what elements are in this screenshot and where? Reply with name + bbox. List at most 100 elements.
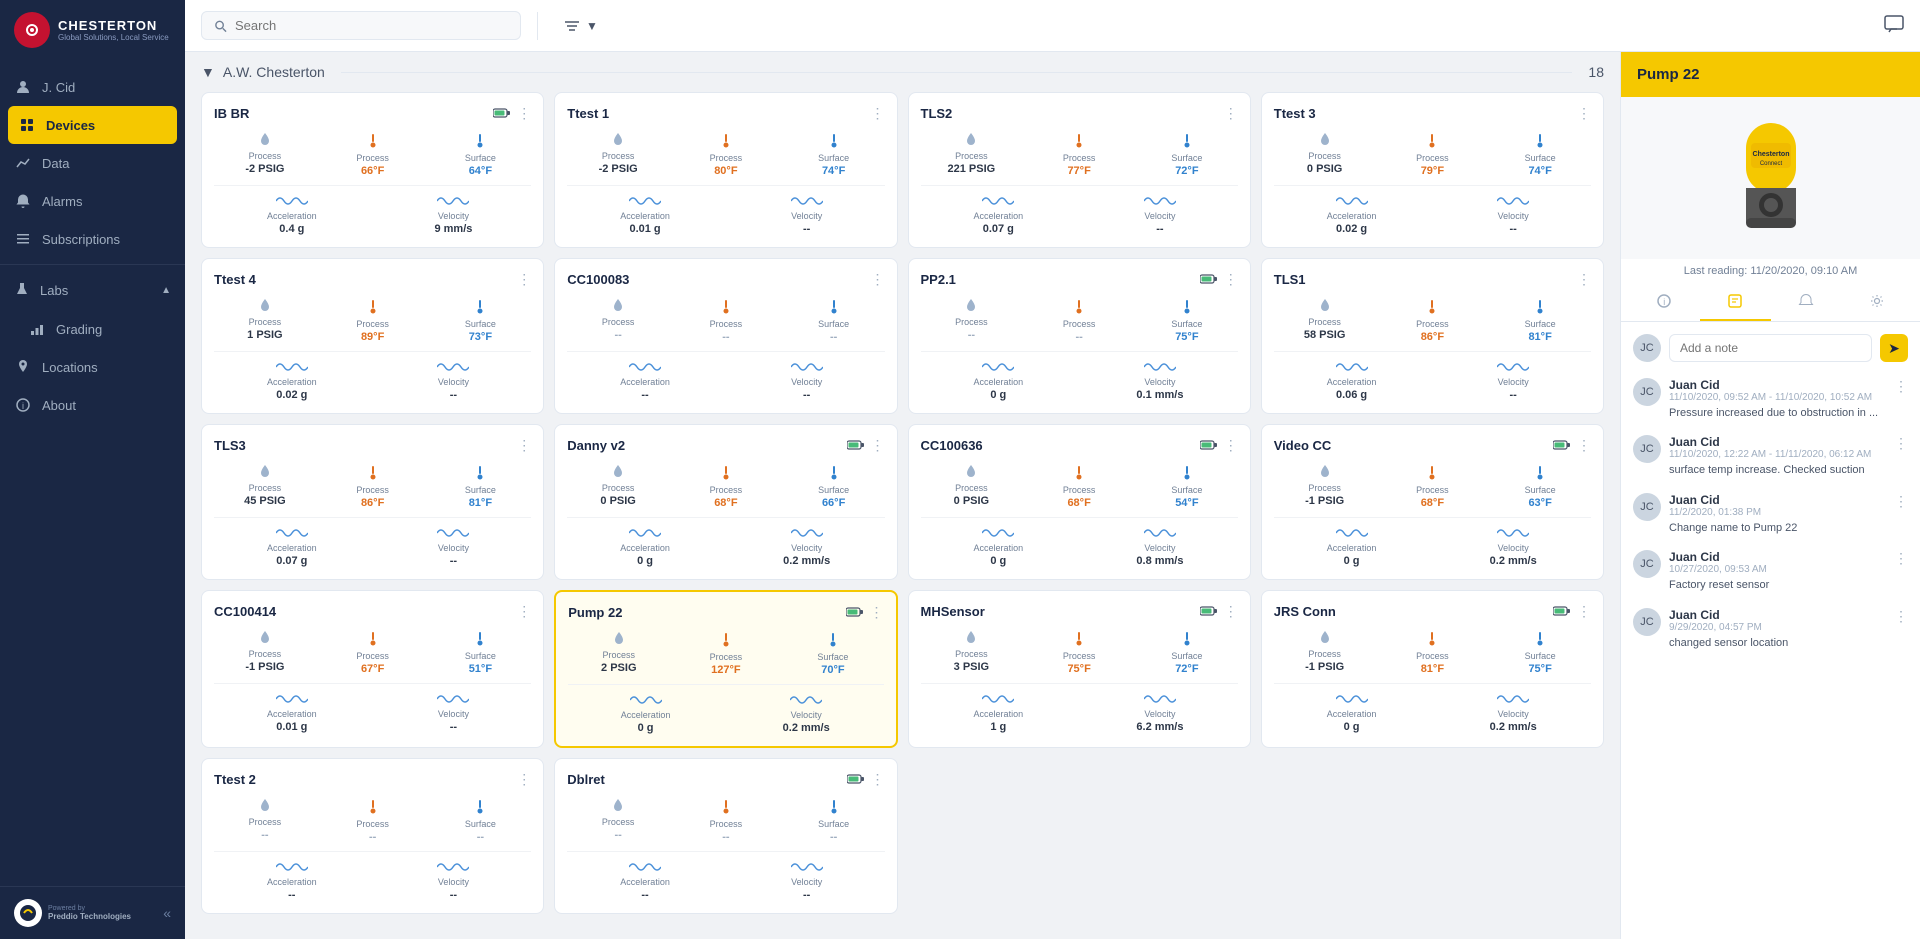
more-options-icon[interactable]: ⋮	[1224, 603, 1238, 620]
accel-value: --	[214, 889, 370, 901]
more-options-icon[interactable]: ⋮	[517, 105, 531, 122]
more-options-icon[interactable]: ⋮	[1577, 437, 1591, 454]
note-more-icon[interactable]: ⋮	[1894, 608, 1908, 625]
panel-tab-notes[interactable]	[1700, 283, 1771, 321]
temp-icon-process2	[322, 298, 424, 317]
device-card[interactable]: IB BR ⋮ Process -2 PSIG Process 66°F Sur…	[201, 92, 544, 248]
send-note-button[interactable]: ➤	[1880, 334, 1908, 362]
pressure-icon	[1274, 132, 1376, 149]
pressure-icon	[568, 631, 669, 648]
device-card[interactable]: JRS Conn ⋮ Process -1 PSIG Process 81°F …	[1261, 590, 1604, 748]
sensor-value-process2: 68°F	[1382, 497, 1484, 509]
note-author: Juan Cid	[1669, 378, 1872, 392]
app-logo: CHESTERTON Global Solutions, Local Servi…	[0, 0, 185, 60]
chat-icon[interactable]	[1884, 15, 1904, 33]
device-card[interactable]: Ttest 1 ⋮ Process -2 PSIG Process 80°F S…	[554, 92, 897, 248]
device-card[interactable]: TLS3 ⋮ Process 45 PSIG Process 86°F Surf…	[201, 424, 544, 580]
vel-label: Velocity	[729, 211, 885, 221]
note-more-icon[interactable]: ⋮	[1894, 435, 1908, 452]
sidebar-item-alarms-label: Alarms	[42, 194, 82, 209]
device-card[interactable]: CC100083 ⋮ Process -- Process -- Surface…	[554, 258, 897, 414]
note-more-icon[interactable]: ⋮	[1894, 550, 1908, 567]
more-options-icon[interactable]: ⋮	[517, 771, 531, 788]
device-card[interactable]: CC100636 ⋮ Process 0 PSIG Process 68°F S…	[908, 424, 1251, 580]
search-box[interactable]	[201, 11, 521, 40]
more-options-icon[interactable]: ⋮	[871, 271, 885, 288]
device-card[interactable]: Ttest 3 ⋮ Process 0 PSIG Process 79°F Su…	[1261, 92, 1604, 248]
sensor-value-process1: 1 PSIG	[214, 329, 316, 341]
group-chevron-icon[interactable]: ▼	[201, 64, 215, 80]
panel-tab-info[interactable]: i	[1629, 283, 1700, 321]
device-card[interactable]: Video CC ⋮ Process -1 PSIG Process 68°F …	[1261, 424, 1604, 580]
add-note-row: JC ➤	[1633, 330, 1908, 366]
sidebar-item-alarms[interactable]: Alarms	[0, 182, 185, 220]
sidebar-item-devices[interactable]: Devices	[8, 106, 177, 144]
sensor-label-process2: Process	[675, 652, 776, 662]
more-options-icon[interactable]: ⋮	[517, 271, 531, 288]
note-time: 9/29/2020, 04:57 PM	[1669, 622, 1762, 633]
note-more-icon[interactable]: ⋮	[1894, 378, 1908, 395]
add-note-input[interactable]	[1669, 334, 1872, 362]
sidebar-item-locations[interactable]: Locations	[0, 348, 185, 386]
more-options-icon[interactable]: ⋮	[871, 105, 885, 122]
more-options-icon[interactable]: ⋮	[870, 604, 884, 621]
sidebar-item-about[interactable]: i About	[0, 386, 185, 424]
device-card[interactable]: Danny v2 ⋮ Process 0 PSIG Process 68°F S…	[554, 424, 897, 580]
sensor-value-process1: -1 PSIG	[1274, 661, 1376, 673]
accel-item: Acceleration 0 g	[921, 526, 1077, 567]
device-card[interactable]: PP2.1 ⋮ Process -- Process -- Surface 75…	[908, 258, 1251, 414]
filter-button[interactable]: ▼	[554, 13, 608, 39]
more-options-icon[interactable]: ⋮	[517, 437, 531, 454]
more-options-icon[interactable]: ⋮	[1224, 437, 1238, 454]
sidebar-item-data[interactable]: Data	[0, 144, 185, 182]
device-card-header: Dblret ⋮	[567, 771, 884, 788]
sensor-item-process1: Process 58 PSIG	[1274, 298, 1376, 343]
notes-section: JC ➤ JC Juan Cid 11/10/2020, 09:52 AM - …	[1621, 322, 1920, 939]
pressure-icon	[921, 464, 1023, 481]
sensor-item-surface: Surface --	[783, 298, 885, 343]
note-header: Juan Cid 11/10/2020, 09:52 AM - 11/10/20…	[1669, 378, 1908, 403]
device-card[interactable]: TLS1 ⋮ Process 58 PSIG Process 86°F Surf…	[1261, 258, 1604, 414]
sidebar-collapse-button[interactable]: «	[163, 905, 171, 921]
velocity-item: Velocity --	[729, 360, 885, 401]
search-input[interactable]	[235, 18, 508, 33]
more-options-icon[interactable]: ⋮	[517, 603, 531, 620]
accel-label: Acceleration	[567, 211, 723, 221]
more-options-icon[interactable]: ⋮	[1577, 603, 1591, 620]
panel-tab-settings[interactable]	[1841, 283, 1912, 321]
device-card[interactable]: Ttest 4 ⋮ Process 1 PSIG Process 89°F Su…	[201, 258, 544, 414]
temp-icon-process2	[322, 630, 424, 649]
temp-icon-surface	[783, 798, 885, 817]
note-more-icon[interactable]: ⋮	[1894, 493, 1908, 510]
more-options-icon[interactable]: ⋮	[871, 437, 885, 454]
sidebar-item-grading[interactable]: Grading	[0, 310, 185, 348]
device-card[interactable]: Ttest 2 ⋮ Process -- Process -- Surface …	[201, 758, 544, 914]
sidebar-item-user[interactable]: J. Cid	[0, 68, 185, 106]
more-options-icon[interactable]: ⋮	[1577, 105, 1591, 122]
more-options-icon[interactable]: ⋮	[1224, 105, 1238, 122]
panel-tab-alerts[interactable]	[1771, 283, 1842, 321]
about-icon: i	[14, 396, 32, 414]
device-card[interactable]: MHSensor ⋮ Process 3 PSIG Process 75°F S…	[908, 590, 1251, 748]
sensor-row-process: Process 2 PSIG Process 127°F Surface 70°…	[568, 631, 883, 676]
device-card-header: MHSensor ⋮	[921, 603, 1238, 620]
sensor-row-process: Process 45 PSIG Process 86°F Surface 81°…	[214, 464, 531, 509]
more-options-icon[interactable]: ⋮	[1224, 271, 1238, 288]
more-options-icon[interactable]: ⋮	[1577, 271, 1591, 288]
accel-value: 0.02 g	[214, 389, 370, 401]
card-divider	[1274, 683, 1591, 684]
sidebar-item-labs[interactable]: Labs ▲	[0, 271, 185, 310]
sensor-label-process2: Process	[322, 819, 424, 829]
device-card[interactable]: CC100414 ⋮ Process -1 PSIG Process 67°F …	[201, 590, 544, 748]
note-text: Factory reset sensor	[1669, 578, 1908, 593]
sidebar-item-subscriptions[interactable]: Subscriptions	[0, 220, 185, 258]
device-card[interactable]: Pump 22 ⋮ Process 2 PSIG Process 127°F S…	[554, 590, 897, 748]
device-card[interactable]: Dblret ⋮ Process -- Process -- Surface -…	[554, 758, 897, 914]
sensor-label-process2: Process	[1382, 485, 1484, 495]
accel-wave-icon	[214, 692, 370, 709]
sensor-item-surface: Surface 74°F	[783, 132, 885, 177]
device-card[interactable]: TLS2 ⋮ Process 221 PSIG Process 77°F Sur…	[908, 92, 1251, 248]
device-card-name: CC100636	[921, 438, 983, 453]
sensor-value-process2: 86°F	[1382, 331, 1484, 343]
more-options-icon[interactable]: ⋮	[871, 771, 885, 788]
